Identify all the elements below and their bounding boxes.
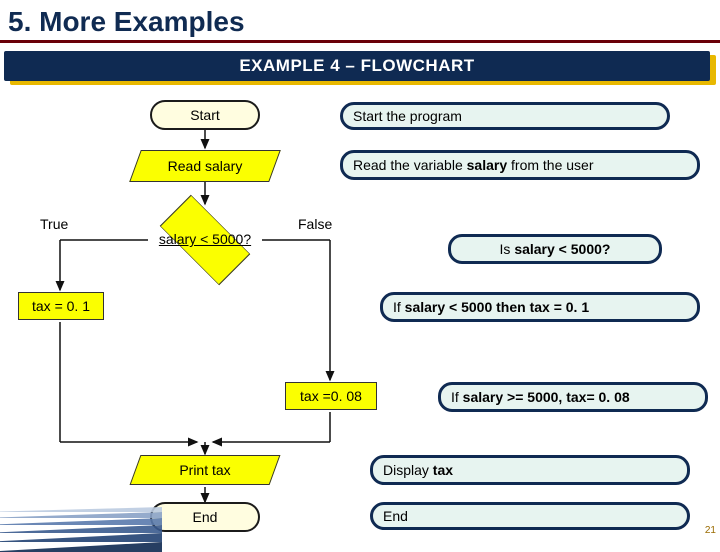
- node-tax-true-label: tax = 0. 1: [32, 298, 90, 314]
- annotation-tax-true-bold: salary < 5000 then tax = 0. 1: [405, 299, 589, 315]
- label-false: False: [298, 216, 332, 232]
- banner-text: EXAMPLE 4 – FLOWCHART: [4, 51, 710, 81]
- annotation-start-text: Start the program: [353, 108, 462, 124]
- annotation-tax-false: If salary >= 5000, tax= 0. 08: [438, 382, 708, 412]
- annotation-print-text: Display tax: [383, 462, 453, 478]
- node-tax-false-label: tax =0. 08: [300, 388, 362, 404]
- node-decision-label: salary < 5000?: [145, 205, 265, 275]
- annotation-read-text: Read the variable salary from the user: [353, 157, 594, 173]
- label-true: True: [40, 216, 68, 232]
- annotation-decision-pre: Is: [500, 241, 515, 257]
- annotation-start: Start the program: [340, 102, 670, 130]
- annotation-print-pre: Display: [383, 462, 433, 478]
- annotation-print: Display tax: [370, 455, 690, 485]
- annotation-end-text: End: [383, 508, 408, 524]
- annotation-tax-true: If salary < 5000 then tax = 0. 1: [380, 292, 700, 322]
- decorative-stripes: [0, 482, 162, 552]
- node-tax-false: tax =0. 08: [285, 382, 377, 410]
- annotation-read-bold: salary: [467, 157, 507, 173]
- node-end-label: End: [193, 509, 218, 525]
- node-end: End: [150, 502, 260, 532]
- node-start: Start: [150, 100, 260, 130]
- banner: EXAMPLE 4 – FLOWCHART: [0, 51, 720, 85]
- node-start-label: Start: [190, 107, 220, 123]
- node-tax-true: tax = 0. 1: [18, 292, 104, 320]
- annotation-tax-false-bold: salary >= 5000, tax= 0. 08: [463, 389, 630, 405]
- annotation-tax-false-pre: If: [451, 389, 463, 405]
- annotation-read-pre: Read the variable: [353, 157, 467, 173]
- annotation-print-bold: tax: [433, 462, 453, 478]
- annotation-tax-true-pre: If: [393, 299, 405, 315]
- node-read-salary: Read salary: [135, 150, 275, 182]
- node-print-tax: Print tax: [135, 455, 275, 485]
- annotation-tax-false-text: If salary >= 5000, tax= 0. 08: [451, 389, 630, 405]
- annotation-tax-true-text: If salary < 5000 then tax = 0. 1: [393, 299, 589, 315]
- node-print-tax-label: Print tax: [135, 455, 275, 485]
- annotation-decision: Is salary < 5000?: [448, 234, 662, 264]
- diagram-stage: Start Read salary salary < 5000? True Fa…: [0, 92, 720, 540]
- node-read-salary-label: Read salary: [135, 150, 275, 182]
- annotation-end: End: [370, 502, 690, 530]
- page-number: 21: [705, 525, 716, 536]
- annotation-decision-text: Is salary < 5000?: [500, 241, 611, 257]
- page-title: 5. More Examples: [0, 0, 720, 43]
- annotation-decision-bold: salary < 5000?: [514, 241, 610, 257]
- node-decision: salary < 5000?: [145, 205, 265, 275]
- annotation-read: Read the variable salary from the user: [340, 150, 700, 180]
- annotation-read-post: from the user: [507, 157, 593, 173]
